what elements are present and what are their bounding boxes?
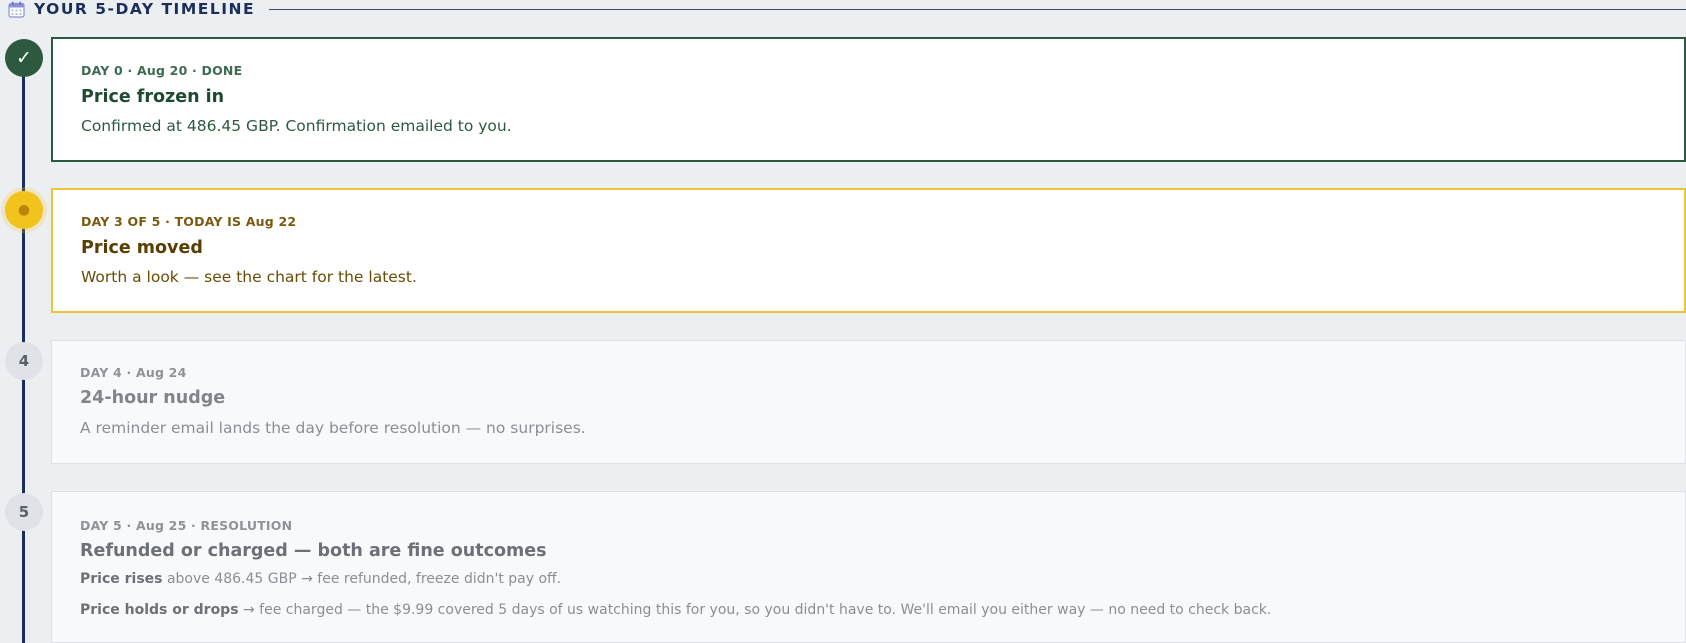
card-title: Price frozen in: [81, 87, 225, 107]
step-4-marker: 4: [5, 342, 43, 380]
card-title: Price moved: [81, 238, 203, 258]
card-eyebrow: DAY 5 · Aug 25 · RESOLUTION: [80, 518, 293, 533]
timeline-header: YOUR 5-DAY TIMELINE: [8, 0, 1686, 18]
outcome-price-rises: Price rises above 486.45 GBP → fee refun…: [80, 571, 561, 587]
step-5-marker: 5: [5, 493, 43, 531]
outcome-text: → fee charged — the $9.99 covered 5 days…: [238, 602, 1272, 618]
outcome-text: above 486.45 GBP → fee refunded, freeze …: [162, 571, 562, 587]
card-eyebrow: DAY 0 · Aug 20 · DONE: [81, 63, 243, 78]
outcome-label: Price holds or drops: [80, 602, 239, 618]
timeline-card-day4: DAY 4 · Aug 24 24-hour nudge A reminder …: [51, 340, 1686, 464]
timeline-title: YOUR 5-DAY TIMELINE: [34, 0, 256, 18]
header-divider: [269, 8, 1686, 10]
current-step-marker: ●: [5, 191, 43, 229]
card-title: Refunded or charged — both are fine outc…: [80, 541, 547, 561]
outcome-price-holds: Price holds or drops → fee charged — the…: [80, 602, 1271, 618]
card-body: Confirmed at 486.45 GBP. Confirmation em…: [81, 117, 512, 135]
timeline-card-day3: DAY 3 OF 5 · TODAY IS Aug 22 Price moved…: [51, 188, 1686, 313]
done-check-icon: ✓: [5, 39, 43, 77]
card-title: 24-hour nudge: [80, 388, 226, 408]
card-body: Worth a look — see the chart for the lat…: [81, 268, 417, 286]
timeline-card-day5: DAY 5 · Aug 25 · RESOLUTION Refunded or …: [51, 491, 1686, 643]
calendar-icon: [8, 1, 25, 18]
card-eyebrow: DAY 3 OF 5 · TODAY IS Aug 22: [81, 214, 297, 229]
outcome-label: Price rises: [80, 571, 163, 587]
timeline-card-day0: DAY 0 · Aug 20 · DONE Price frozen in Co…: [51, 37, 1686, 162]
card-eyebrow: DAY 4 · Aug 24: [80, 365, 187, 380]
card-body: A reminder email lands the day before re…: [80, 419, 586, 437]
